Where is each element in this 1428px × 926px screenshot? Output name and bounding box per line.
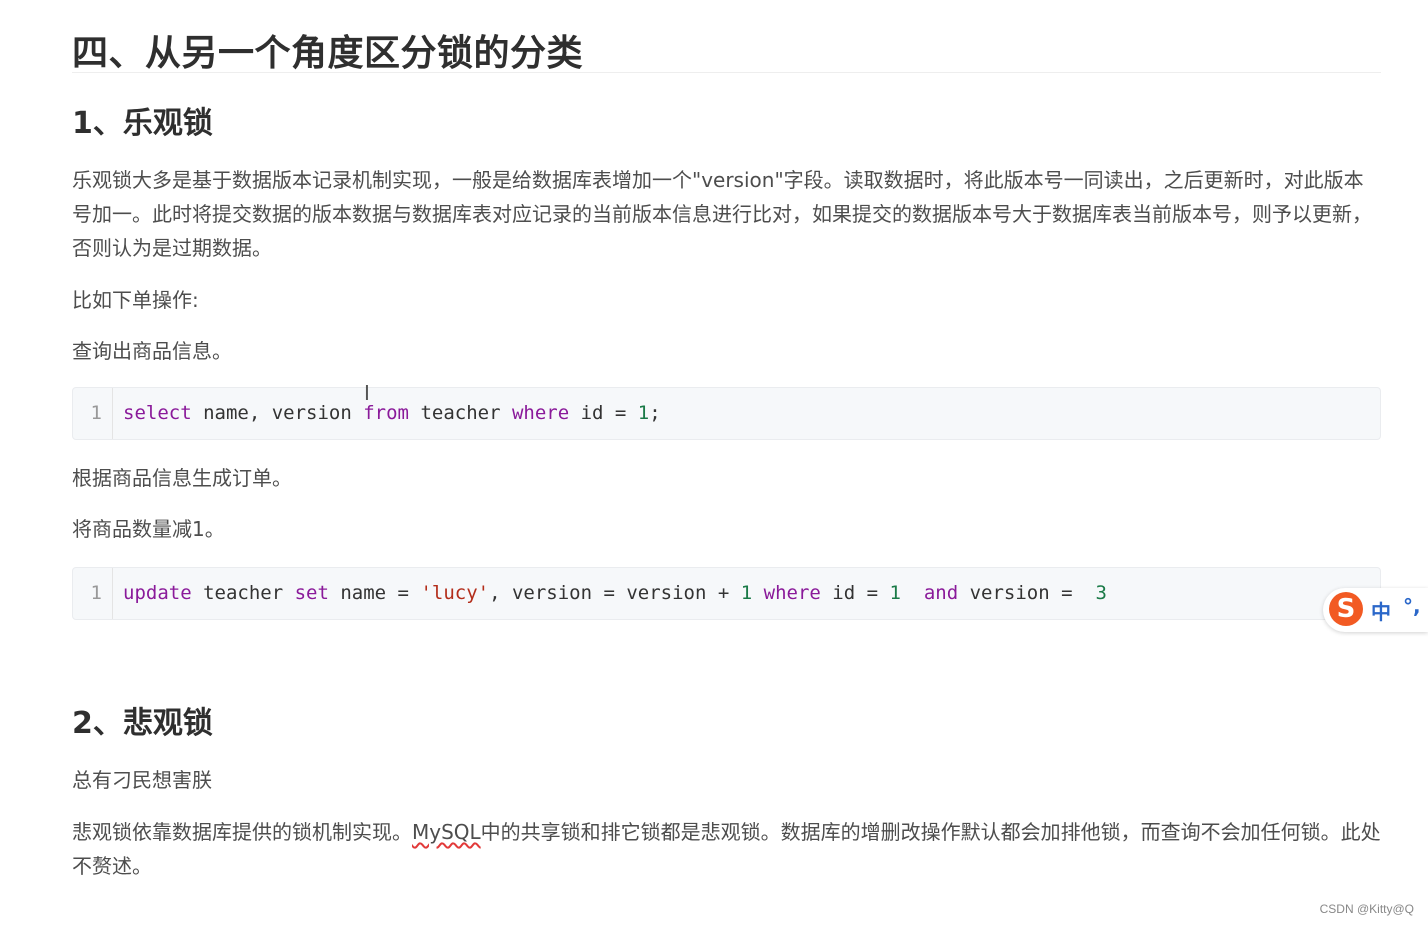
line-number: 1 (90, 402, 102, 424)
code-token: where (511, 402, 570, 424)
code-token: set (294, 582, 329, 604)
code-token: select (123, 402, 192, 424)
code-token: 1 (889, 582, 901, 604)
optimistic-description: 乐观锁大多是基于数据版本记录机制实现，一般是给数据库表增加一个"version"… (72, 168, 1372, 260)
pessimistic-note: 总有刁民想害朕 (72, 768, 212, 792)
code-token: from (363, 402, 409, 424)
ime-punctuation-toggle[interactable]: °, (1403, 594, 1421, 618)
code-token: update (123, 582, 192, 604)
code-token: ; (649, 402, 661, 424)
step-decrease-stock: 将商品数量减1。 (72, 517, 225, 541)
code-token: id = (820, 582, 890, 604)
watermark: CSDN @Kitty@Q (1319, 902, 1414, 916)
heading-optimistic-lock: 1、乐观锁 (72, 106, 213, 141)
heading-pessimistic-lock: 2、悲观锁 (72, 706, 213, 741)
code-token: 1 (740, 582, 753, 604)
code-line: update teacher set name = 'lucy', versio… (123, 568, 1107, 619)
code-token: and (923, 582, 959, 604)
desc-text: 悲观锁依靠数据库提供的锁机制实现。 (72, 820, 412, 844)
pessimistic-description: 悲观锁依靠数据库提供的锁机制实现。MySQL中的共享锁和排它锁都是悲观锁。数据库… (72, 815, 1381, 883)
code-token: teacher (409, 402, 512, 424)
code-token: 'lucy' (420, 582, 490, 604)
spellcheck-word-mysql: MySQL (412, 820, 481, 844)
code-block-update[interactable]: 1 update teacher set name = 'lucy', vers… (72, 567, 1381, 620)
step-query-product: 查询出商品信息。 (72, 339, 232, 363)
code-token: name, version (191, 402, 364, 424)
code-token: where (763, 582, 821, 604)
code-line: select name, version from teacher where … (123, 388, 661, 439)
ime-mode-toggle[interactable]: 中 (1371, 596, 1391, 625)
text-cursor-icon: I (364, 381, 370, 405)
code-token: , version = version + (489, 582, 741, 604)
code-block-select[interactable]: 1 select name, version from teacher wher… (72, 387, 1381, 440)
line-number: 1 (90, 582, 102, 604)
line-number-gutter: 1 (73, 568, 113, 619)
code-token: version = (958, 582, 1096, 604)
step-create-order: 根据商品信息生成订单。 (72, 466, 292, 490)
title-divider (72, 72, 1381, 73)
sogou-logo-icon[interactable]: S (1329, 592, 1363, 626)
code-token: id = (569, 402, 638, 424)
code-token: 1 (637, 402, 650, 424)
section-title: 四、从另一个角度区分锁的分类 (72, 33, 584, 74)
code-token: 3 (1095, 582, 1107, 604)
ime-toolbar[interactable]: S 中 °, (1323, 588, 1428, 632)
code-token: name = (328, 582, 421, 604)
code-token: teacher (191, 582, 295, 604)
line-number-gutter: 1 (73, 388, 113, 439)
example-intro: 比如下单操作: (72, 288, 199, 312)
